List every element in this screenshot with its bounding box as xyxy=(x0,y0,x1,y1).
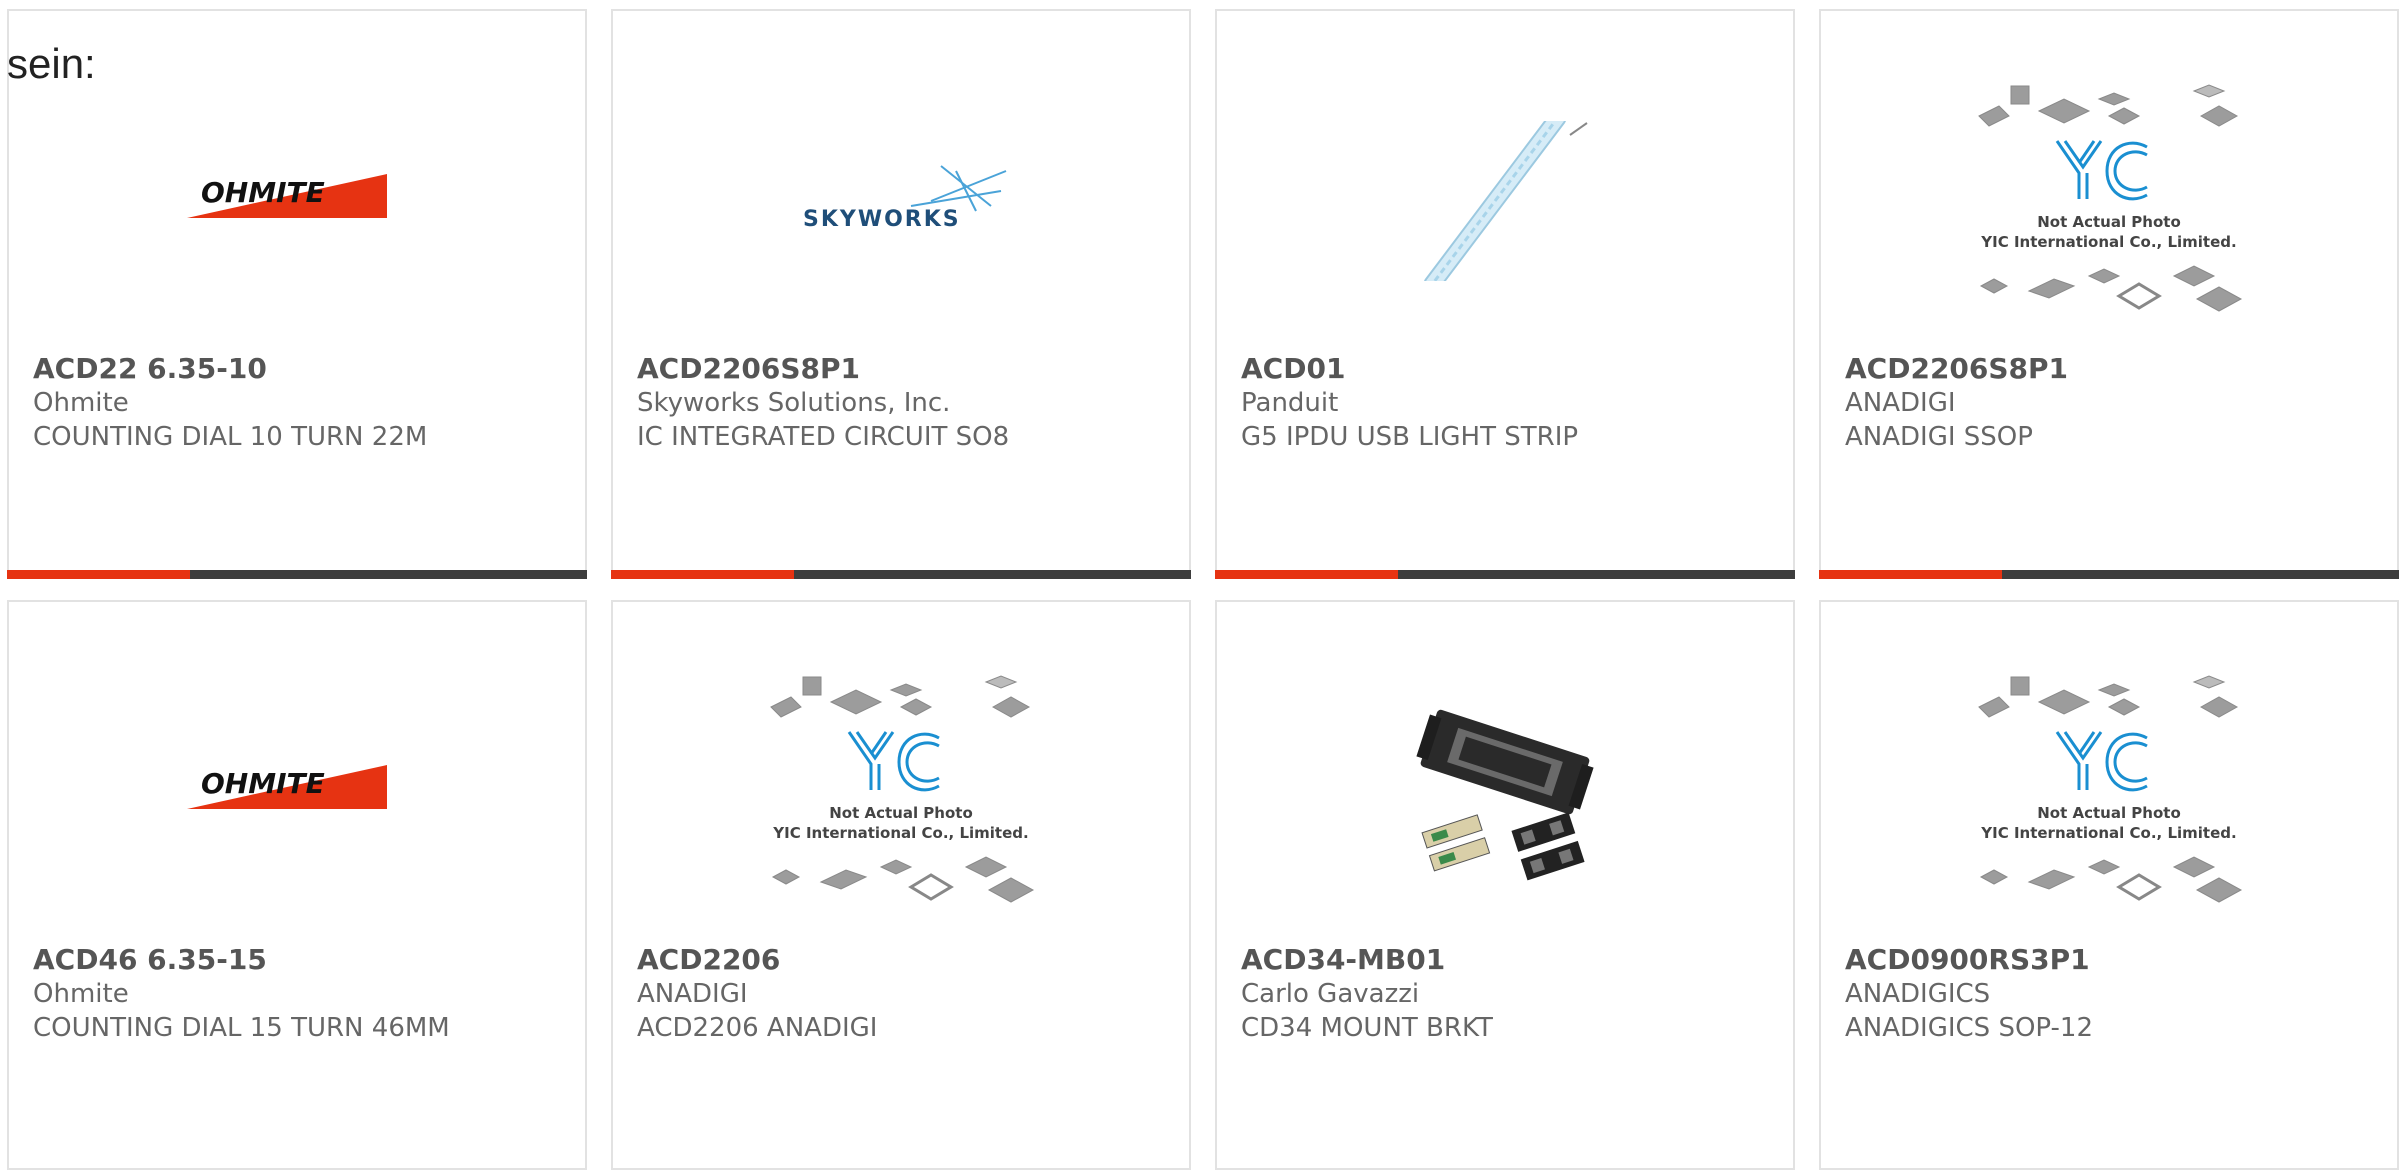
svg-text:Not Actual Photo: Not Actual Photo xyxy=(829,804,973,822)
part-number[interactable]: ACD2206S8P1 xyxy=(1845,352,2377,386)
product-info: ACD46 6.35-15 Ohmite COUNTING DIAL 15 TU… xyxy=(33,943,565,1045)
product-info: ACD34-MB01 Carlo Gavazzi CD34 MOUNT BRKT xyxy=(1241,943,1773,1045)
part-number[interactable]: ACD46 6.35-15 xyxy=(33,943,565,977)
mount-bracket-icon xyxy=(1416,709,1594,881)
manufacturer: ANADIGI xyxy=(1845,388,1956,418)
product-info: ACD2206S8P1 ANADIGI ANADIGI SSOP xyxy=(1845,352,2377,454)
svg-text:SKYWORKS: SKYWORKS xyxy=(803,207,961,232)
manufacturer: ANADIGI xyxy=(637,979,748,1009)
card-footer-bar xyxy=(7,570,587,579)
product-image: Not Actual Photo YIC International Co., … xyxy=(613,662,1189,922)
svg-text:YIC International Co., Limited: YIC International Co., Limited. xyxy=(772,824,1028,842)
product-info: ACD01 Panduit G5 IPDU USB LIGHT STRIP xyxy=(1241,352,1773,454)
description: COUNTING DIAL 10 TURN 22M xyxy=(33,422,428,452)
description: ANADIGI SSOP xyxy=(1845,422,2033,452)
part-number[interactable]: ACD0900RS3P1 xyxy=(1845,943,2377,977)
part-number[interactable]: ACD2206S8P1 xyxy=(637,352,1169,386)
skyworks-logo-icon: SKYWORKS xyxy=(803,165,1007,232)
product-card[interactable]: Not Actual Photo YIC International Co., … xyxy=(611,600,1191,1170)
manufacturer: Ohmite xyxy=(33,979,129,1009)
card-footer-bar xyxy=(1819,570,2399,579)
manufacturer: Carlo Gavazzi xyxy=(1241,979,1420,1009)
part-number[interactable]: ACD2206 xyxy=(637,943,1169,977)
svg-text:YIC International Co., Limited: YIC International Co., Limited. xyxy=(1980,824,2236,842)
product-card[interactable]: OHMITE ACD22 6.35-10 Ohmite COUNTING DIA… xyxy=(7,9,587,579)
manufacturer: Skyworks Solutions, Inc. xyxy=(637,388,951,418)
description: ANADIGICS SOP-12 xyxy=(1845,1013,2093,1043)
product-image: OHMITE xyxy=(9,662,585,922)
manufacturer: ANADIGICS xyxy=(1845,979,1991,1009)
card-footer-accent xyxy=(1819,570,2002,579)
svg-text:OHMITE: OHMITE xyxy=(201,767,325,800)
description: COUNTING DIAL 15 TURN 46MM xyxy=(33,1013,450,1043)
light-strip-icon xyxy=(1423,121,1588,281)
product-card[interactable]: Not Actual Photo YIC International Co., … xyxy=(1819,600,2399,1170)
product-image: Not Actual Photo YIC International Co., … xyxy=(1821,71,2397,331)
part-number[interactable]: ACD01 xyxy=(1241,352,1773,386)
product-info: ACD0900RS3P1 ANADIGICS ANADIGICS SOP-12 xyxy=(1845,943,2377,1045)
card-footer-bar xyxy=(611,570,1191,579)
yic-placeholder-icon: Not Actual Photo YIC International Co., … xyxy=(770,675,1035,903)
card-footer-accent xyxy=(7,570,190,579)
description: ACD2206 ANADIGI xyxy=(637,1013,878,1043)
svg-text:YIC International Co., Limited: YIC International Co., Limited. xyxy=(1980,233,2236,251)
intro-text: sein: xyxy=(7,40,96,87)
yic-placeholder-icon: Not Actual Photo YIC International Co., … xyxy=(1978,675,2243,903)
description: IC INTEGRATED CIRCUIT SO8 xyxy=(637,422,1010,452)
product-info: ACD2206S8P1 Skyworks Solutions, Inc. IC … xyxy=(637,352,1169,454)
svg-text:OHMITE: OHMITE xyxy=(201,176,325,209)
product-image: SKYWORKS xyxy=(613,71,1189,331)
product-card[interactable]: SKYWORKS ACD2206S8P1 Skyworks Solutions,… xyxy=(611,9,1191,579)
card-footer-accent xyxy=(611,570,794,579)
description: CD34 MOUNT BRKT xyxy=(1241,1013,1493,1043)
product-image: OHMITE xyxy=(9,71,585,331)
yic-placeholder-icon: Not Actual Photo YIC International Co., … xyxy=(1978,84,2243,312)
card-footer-accent xyxy=(1215,570,1398,579)
product-image xyxy=(1217,71,1793,331)
svg-text:Not Actual Photo: Not Actual Photo xyxy=(2037,804,2181,822)
part-number[interactable]: ACD34-MB01 xyxy=(1241,943,1773,977)
product-info: ACD2206 ANADIGI ACD2206 ANADIGI xyxy=(637,943,1169,1045)
product-image: Not Actual Photo YIC International Co., … xyxy=(1821,662,2397,922)
manufacturer: Ohmite xyxy=(33,388,129,418)
description: G5 IPDU USB LIGHT STRIP xyxy=(1241,422,1579,452)
product-card[interactable]: ACD01 Panduit G5 IPDU USB LIGHT STRIP xyxy=(1215,9,1795,579)
product-info: ACD22 6.35-10 Ohmite COUNTING DIAL 10 TU… xyxy=(33,352,565,454)
product-card[interactable]: OHMITE ACD46 6.35-15 Ohmite COUNTING DIA… xyxy=(7,600,587,1170)
ohmite-logo-icon: OHMITE xyxy=(187,765,387,809)
svg-text:Not Actual Photo: Not Actual Photo xyxy=(2037,213,2181,231)
card-footer-bar xyxy=(1215,570,1795,579)
product-card[interactable]: Not Actual Photo YIC International Co., … xyxy=(1819,9,2399,579)
part-number[interactable]: ACD22 6.35-10 xyxy=(33,352,565,386)
product-card[interactable]: ACD34-MB01 Carlo Gavazzi CD34 MOUNT BRKT xyxy=(1215,600,1795,1170)
ohmite-logo-icon: OHMITE xyxy=(187,174,387,218)
manufacturer: Panduit xyxy=(1241,388,1339,418)
product-image xyxy=(1217,662,1793,922)
